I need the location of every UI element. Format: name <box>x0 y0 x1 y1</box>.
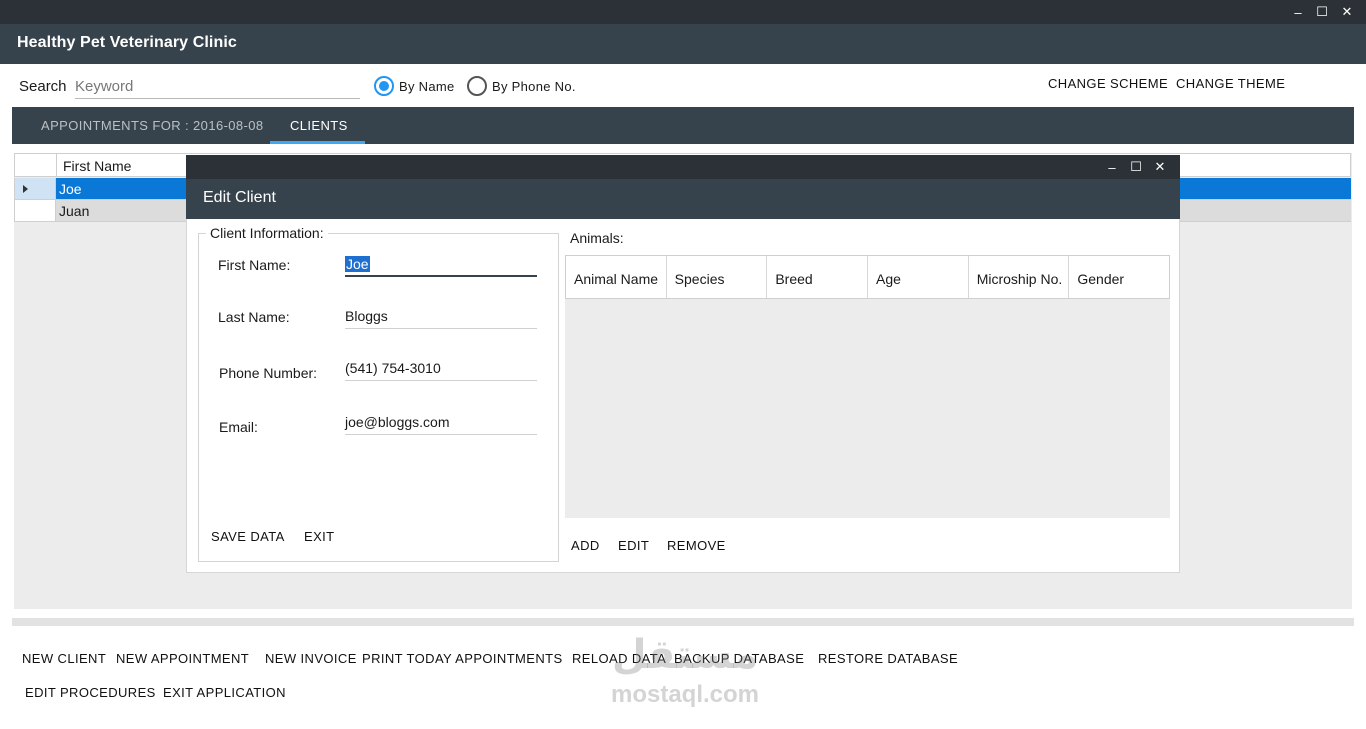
print-today-appointments-button[interactable]: PRINT TODAY APPOINTMENTS <box>362 651 563 666</box>
close-icon[interactable]: ✕ <box>1334 0 1360 24</box>
last-name-field[interactable]: Bloggs <box>345 307 537 329</box>
change-theme-button[interactable]: CHANGE THEME <box>1176 76 1285 91</box>
watermark-logo: مستقل mostaql.com <box>600 630 770 710</box>
radio-by-phone-label: By Phone No. <box>492 78 576 94</box>
last-name-label: Last Name: <box>218 309 290 325</box>
dialog-close-icon[interactable]: ✕ <box>1149 156 1171 178</box>
reload-data-button[interactable]: RELOAD DATA <box>572 651 666 666</box>
animals-grid-header: Animal Name Species Breed Age Microship … <box>565 255 1170 299</box>
column-header-animal-name[interactable]: Animal Name <box>566 256 667 298</box>
search-label: Search <box>19 78 67 95</box>
dialog-header <box>186 179 1180 219</box>
edit-procedures-button[interactable]: EDIT PROCEDURES <box>25 685 156 700</box>
radio-unchecked-icon <box>467 76 487 96</box>
first-name-label: First Name: <box>218 257 291 273</box>
client-information-legend: Client Information: <box>206 225 328 241</box>
first-name-value: Joe <box>345 256 370 272</box>
exit-button[interactable]: EXIT <box>304 529 335 544</box>
save-data-button[interactable]: SAVE DATA <box>211 529 285 544</box>
remove-animal-button[interactable]: REMOVE <box>667 538 726 553</box>
new-appointment-button[interactable]: NEW APPOINTMENT <box>116 651 249 666</box>
dialog-titlebar <box>186 155 1180 179</box>
row-header-corner <box>15 154 57 176</box>
column-header-species[interactable]: Species <box>667 256 768 298</box>
phone-number-field[interactable]: (541) 754-3010 <box>345 359 537 381</box>
column-header-first-name[interactable]: First Name <box>63 158 131 174</box>
maximize-icon[interactable]: ☐ <box>1309 0 1335 24</box>
edit-animal-button[interactable]: EDIT <box>618 538 649 553</box>
exit-application-button[interactable]: EXIT APPLICATION <box>163 685 286 700</box>
command-divider <box>12 618 1354 626</box>
column-header-gender[interactable]: Gender <box>1069 256 1169 298</box>
column-header-breed[interactable]: Breed <box>767 256 869 298</box>
column-header-microship-no[interactable]: Microship No. <box>969 256 1070 298</box>
radio-by-name-label: By Name <box>399 78 455 94</box>
radio-by-phone[interactable]: By Phone No. <box>467 76 576 96</box>
app-title: Healthy Pet Veterinary Clinic <box>17 34 237 51</box>
email-label: Email: <box>219 419 258 435</box>
row-header[interactable] <box>14 200 56 222</box>
dialog-maximize-icon[interactable]: ☐ <box>1125 156 1147 178</box>
email-field[interactable]: joe@bloggs.com <box>345 413 537 435</box>
radio-checked-icon <box>374 76 394 96</box>
change-scheme-button[interactable]: CHANGE SCHEME <box>1048 76 1168 91</box>
phone-number-label: Phone Number: <box>219 365 318 381</box>
current-row-arrow-icon <box>23 185 28 193</box>
client-information-group <box>198 233 559 562</box>
dialog-minimize-icon[interactable]: – <box>1101 156 1123 178</box>
animals-label: Animals: <box>570 230 624 246</box>
add-animal-button[interactable]: ADD <box>571 538 600 553</box>
tab-clients[interactable]: CLIENTS <box>290 118 348 133</box>
minimize-icon[interactable]: – <box>1285 0 1311 24</box>
watermark-latin: mostaql.com <box>610 681 760 708</box>
new-invoice-button[interactable]: NEW INVOICE <box>265 651 357 666</box>
dialog-title: Edit Client <box>203 189 276 206</box>
backup-database-button[interactable]: BACKUP DATABASE <box>674 651 804 666</box>
radio-by-name[interactable]: By Name <box>374 76 455 96</box>
active-tab-indicator <box>270 141 365 144</box>
window-titlebar <box>0 0 1366 24</box>
first-name-field[interactable]: Joe <box>345 255 537 277</box>
tab-appointments[interactable]: APPOINTMENTS FOR : 2016-08-08 <box>41 118 264 133</box>
new-client-button[interactable]: NEW CLIENT <box>22 651 106 666</box>
row-header[interactable] <box>14 178 56 200</box>
search-input[interactable] <box>75 75 360 99</box>
column-header-age[interactable]: Age <box>868 256 969 298</box>
restore-database-button[interactable]: RESTORE DATABASE <box>818 651 958 666</box>
